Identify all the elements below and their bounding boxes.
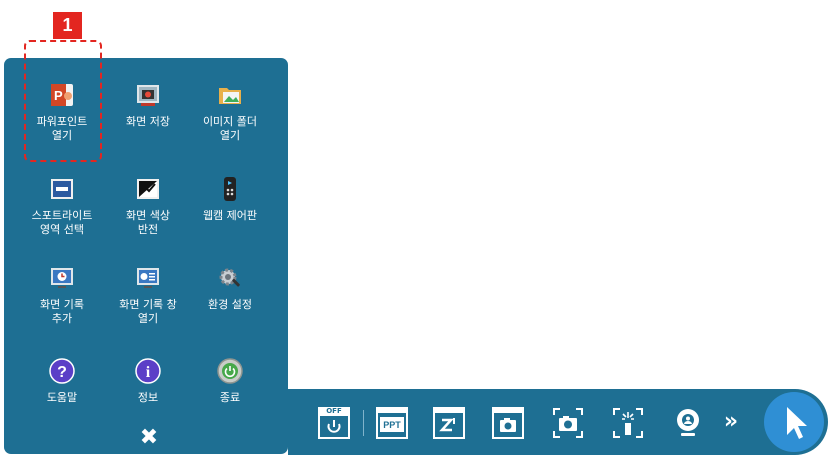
capture-window-button[interactable] <box>492 407 524 439</box>
webcam-control-item[interactable]: 웹캠 제어판 <box>184 176 276 223</box>
info-label: 정보 <box>137 391 159 404</box>
webcam-remote-icon <box>217 176 243 202</box>
svg-text:i: i <box>146 364 151 381</box>
toolbar-divider <box>363 410 364 436</box>
webcam-button[interactable] <box>672 407 704 439</box>
open-screen-record-window-label: 화면 기록 창 열기 <box>119 298 177 325</box>
add-screen-record-label: 화면 기록 추가 <box>40 298 84 325</box>
cursor-icon <box>787 407 807 439</box>
image-folder-icon <box>217 82 243 108</box>
camera-capture-button[interactable] <box>552 407 584 439</box>
help-icon: ? <box>49 358 75 384</box>
settings-item[interactable]: 환경 설정 <box>184 265 276 312</box>
spotlight-area-label: 스포트라이트 영역 선택 <box>31 209 93 236</box>
save-screen-label: 화면 저장 <box>126 115 170 128</box>
add-screen-record-icon <box>49 265 75 291</box>
screen-record-window-icon <box>135 265 161 291</box>
expand-chevron-icon: » <box>723 409 739 434</box>
add-screen-record-item[interactable]: 화면 기록 추가 <box>16 265 108 326</box>
help-item[interactable]: ? 도움말 <box>16 358 108 405</box>
settings-label: 환경 설정 <box>208 298 252 311</box>
close-menu-button[interactable]: ✖ <box>136 426 162 450</box>
save-screen-item[interactable]: 화면 저장 <box>102 82 194 129</box>
invert-colors-item[interactable]: 화면 색상 반전 <box>102 176 194 237</box>
expand-toolbar-button[interactable]: » <box>720 407 742 437</box>
spotlight-capture-icon <box>613 408 643 438</box>
exit-label: 종료 <box>219 391 241 404</box>
callout-number-badge: 1 <box>53 12 82 39</box>
webcam-control-label: 웹캠 제어판 <box>202 209 258 222</box>
close-icon: ✖ <box>139 425 159 450</box>
power-icon <box>217 358 243 384</box>
draw-button[interactable] <box>433 407 465 439</box>
spotlight-area-item[interactable]: 스포트라이트 영역 선택 <box>16 176 108 237</box>
power-off-button[interactable]: OFF <box>318 407 350 439</box>
info-item[interactable]: i 정보 <box>102 358 194 405</box>
draw-icon <box>433 407 465 439</box>
spotlight-capture-button[interactable] <box>612 407 644 439</box>
svg-text:?: ? <box>57 364 67 381</box>
callout-highlight <box>24 40 102 162</box>
settings-gear-icon <box>217 265 243 291</box>
camera-capture-icon <box>553 408 583 438</box>
open-image-folder-label: 이미지 폴더 열기 <box>202 115 258 142</box>
ppt-button[interactable]: PPT <box>376 407 408 439</box>
invert-colors-icon <box>135 176 161 202</box>
invert-colors-label: 화면 색상 반전 <box>126 209 170 236</box>
spotlight-icon <box>49 176 75 202</box>
ppt-label: PPT <box>383 420 401 430</box>
exit-item[interactable]: 종료 <box>184 358 276 405</box>
screen-save-icon <box>135 82 161 108</box>
help-label: 도움말 <box>46 391 78 404</box>
open-image-folder-item[interactable]: 이미지 폴더 열기 <box>184 82 276 143</box>
off-label: OFF <box>318 407 350 416</box>
open-screen-record-window-item[interactable]: 화면 기록 창 열기 <box>102 265 194 326</box>
webcam-icon <box>677 409 699 436</box>
capture-window-icon <box>492 407 524 439</box>
bottom-toolbar: OFF PPT » <box>288 389 828 455</box>
info-icon: i <box>135 358 161 384</box>
cursor-mode-button[interactable] <box>764 392 824 452</box>
